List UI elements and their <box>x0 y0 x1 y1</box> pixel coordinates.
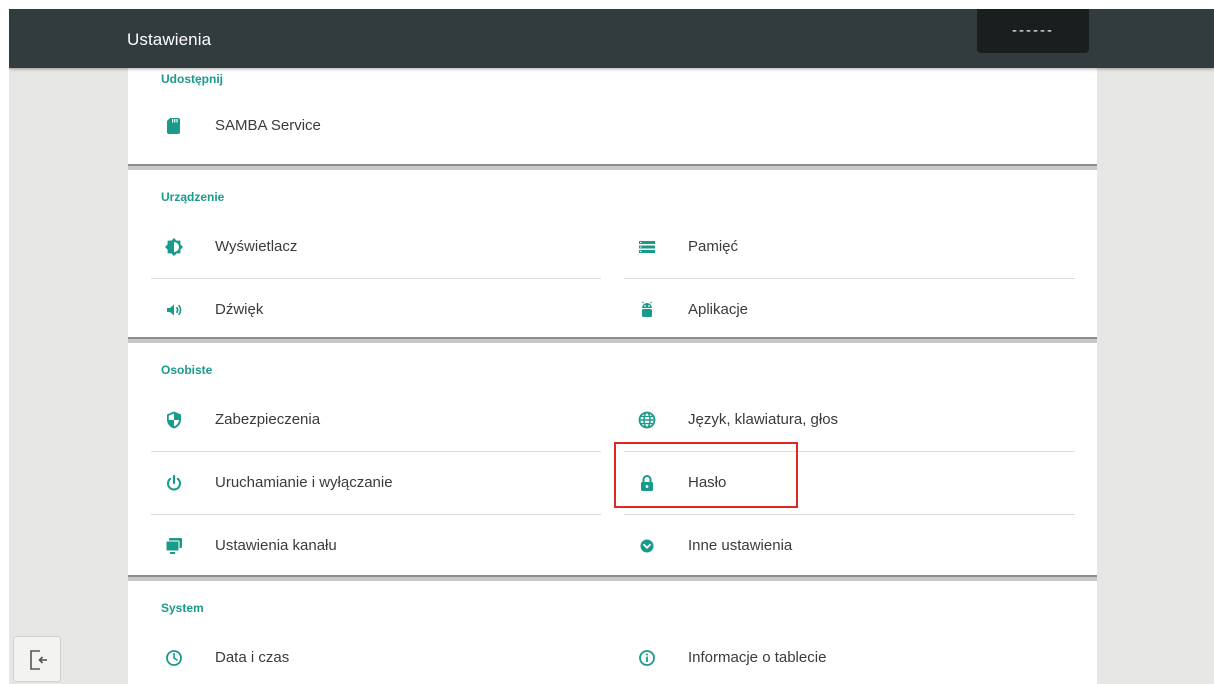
settings-item-samba-service[interactable]: SAMBA Service <box>151 95 601 157</box>
settings-item-password[interactable]: Hasło <box>624 452 1075 515</box>
top-app-bar: Ustawienia ------ <box>9 9 1214 68</box>
storage-icon <box>637 237 657 257</box>
power-icon <box>164 473 184 493</box>
settings-item-other-settings[interactable]: Inne ustawienia <box>624 515 1075 577</box>
exit-button[interactable] <box>13 636 61 682</box>
status-indicator: ------ <box>977 9 1089 53</box>
section-device: Urządzenie Wyświetlacz Pamięć Dźwięk Apl… <box>128 170 1097 332</box>
settings-item-language[interactable]: Język, klawiatura, głos <box>624 389 1075 452</box>
sd-card-icon <box>164 116 184 136</box>
page-title: Ustawienia <box>127 30 212 49</box>
settings-item-label: Uruchamianie i wyłączanie <box>215 474 393 491</box>
settings-item-storage[interactable]: Pamięć <box>624 216 1075 279</box>
globe-icon <box>637 410 657 430</box>
shield-icon <box>164 410 184 430</box>
monitor-icon <box>164 536 184 556</box>
clock-icon <box>164 648 184 668</box>
settings-item-label: Aplikacje <box>688 301 749 318</box>
settings-item-startup-shutdown[interactable]: Uruchamianie i wyłączanie <box>151 452 601 515</box>
settings-item-label: Inne ustawienia <box>688 537 793 554</box>
exit-icon <box>30 650 47 670</box>
settings-item-channel-settings[interactable]: Ustawienia kanału <box>151 515 601 577</box>
section-system: System Data i czas Informacje o tablecie <box>128 581 1097 684</box>
section-personal: Osobiste Zabezpieczenia Język, klawiatur… <box>128 343 1097 571</box>
settings-item-label: Wyświetlacz <box>215 238 298 255</box>
settings-item-label: Data i czas <box>215 649 290 666</box>
section-header-personal: Osobiste <box>161 363 213 377</box>
settings-item-apps[interactable]: Aplikacje <box>624 279 1075 341</box>
settings-list[interactable]: Udostępnij SAMBA Service Urządzenie Wyśw… <box>128 68 1097 684</box>
settings-item-security[interactable]: Zabezpieczenia <box>151 389 601 452</box>
section-header-system: System <box>161 601 204 615</box>
info-icon <box>637 648 657 668</box>
chevron-circle-icon <box>637 536 657 556</box>
settings-item-date-time[interactable]: Data i czas <box>151 627 601 684</box>
settings-app: Ustawienia ------ Udostępnij SAMBA Servi… <box>9 9 1214 684</box>
screen-top-edge <box>0 0 1214 9</box>
android-icon <box>637 300 657 320</box>
section-share: Udostępnij SAMBA Service <box>128 68 1097 160</box>
settings-item-label: Ustawienia kanału <box>215 537 337 554</box>
settings-item-label: Język, klawiatura, głos <box>688 411 839 428</box>
section-header-share: Udostępnij <box>161 72 223 86</box>
settings-item-label: SAMBA Service <box>215 117 321 134</box>
lock-icon <box>637 473 657 493</box>
settings-item-display[interactable]: Wyświetlacz <box>151 216 601 279</box>
settings-item-tablet-info[interactable]: Informacje o tablecie <box>624 627 1075 684</box>
settings-item-label: Hasło <box>688 474 727 491</box>
settings-item-label: Informacje o tablecie <box>688 649 827 666</box>
settings-item-label: Dźwięk <box>215 301 264 318</box>
settings-item-sound[interactable]: Dźwięk <box>151 279 601 341</box>
settings-item-label: Pamięć <box>688 238 739 255</box>
volume-icon <box>164 300 184 320</box>
section-header-device: Urządzenie <box>161 190 225 204</box>
settings-item-label: Zabezpieczenia <box>215 411 321 428</box>
brightness-icon <box>164 237 184 257</box>
